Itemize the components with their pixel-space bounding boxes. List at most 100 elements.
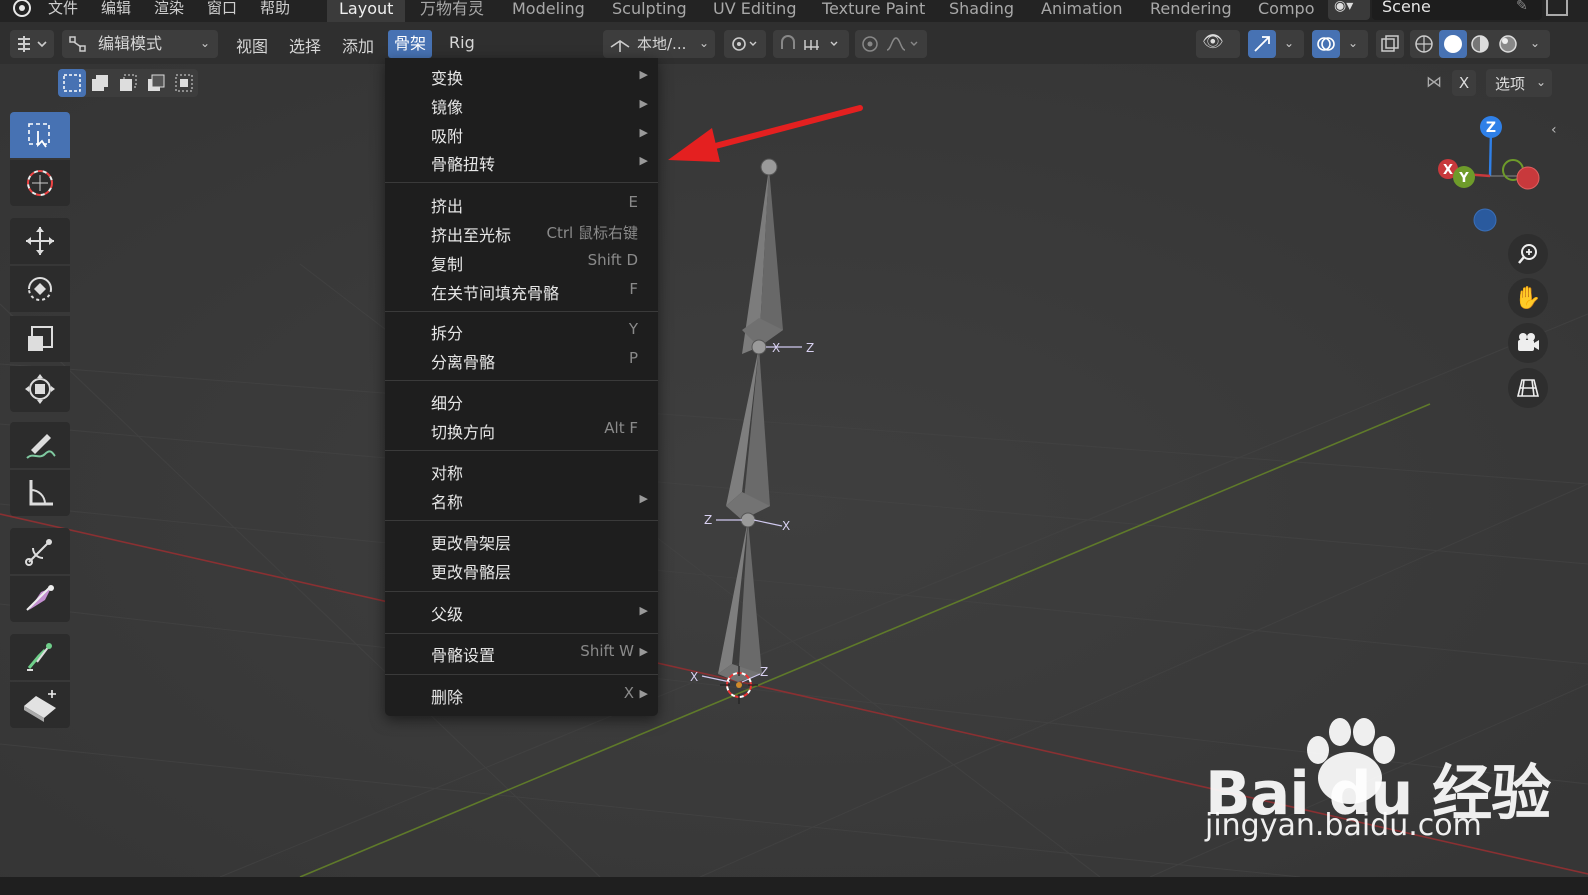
tool-annotate[interactable] <box>10 422 70 468</box>
tab-shading[interactable]: Shading <box>937 0 1026 22</box>
menu-view[interactable]: 视图 <box>236 33 268 57</box>
select-new-button[interactable] <box>58 69 86 97</box>
menu-armature[interactable]: 骨架 <box>388 30 433 58</box>
menu-item-symmetrize[interactable]: 对称 <box>385 456 658 485</box>
tab-modeling[interactable]: Modeling <box>500 0 597 22</box>
new-scene-icon[interactable] <box>1546 0 1568 16</box>
select-extend-icon[interactable] <box>90 73 110 93</box>
chevron-down-icon: ⌄ <box>699 36 710 50</box>
tool-rotate[interactable] <box>10 266 70 312</box>
menu-item-snap[interactable]: 吸附 ▶ <box>385 119 658 148</box>
menu-item-split[interactable]: 拆分 Y <box>385 316 658 345</box>
menu-item-bone-settings[interactable]: 骨骼设置 Shift W ▶ <box>385 638 658 667</box>
menu-select[interactable]: 选择 <box>289 33 321 57</box>
tab-texture-paint[interactable]: Texture Paint <box>810 0 937 22</box>
editor-type-button[interactable] <box>10 30 54 58</box>
shading-mode-group[interactable]: ⌄ <box>1410 30 1550 58</box>
tab-rendering[interactable]: Rendering <box>1138 0 1244 22</box>
menu-file[interactable]: 文件 <box>48 0 78 18</box>
mirror-x-button[interactable]: X <box>1452 70 1476 96</box>
options-dropdown[interactable]: 选项 ⌄ <box>1486 69 1552 97</box>
menu-item-transform[interactable]: 变换 ▶ <box>385 61 658 90</box>
menu-item-names[interactable]: 名称 ▶ <box>385 485 658 514</box>
rotate-icon <box>28 277 52 301</box>
pivot-icon <box>732 37 757 51</box>
xray-toggle-button[interactable] <box>1376 30 1404 58</box>
select-subtract-icon[interactable] <box>118 73 138 93</box>
tool-bone-size[interactable] <box>10 576 70 622</box>
menu-item-change-armature-layers[interactable]: 更改骨架层 <box>385 526 658 555</box>
sidebar-collapse-icon[interactable]: ‹ <box>1551 122 1557 138</box>
select-mode-group[interactable] <box>58 69 198 97</box>
menu-item-mirror[interactable]: 镜像 ▶ <box>385 90 658 119</box>
transform-icon <box>25 374 55 404</box>
snapping-group[interactable] <box>773 30 849 58</box>
menu-separator <box>385 520 658 521</box>
menu-item-label: 父级 <box>431 605 464 624</box>
menu-rig[interactable]: Rig <box>449 33 475 52</box>
menu-item-subdivide[interactable]: 细分 <box>385 386 658 415</box>
tool-scale[interactable] <box>10 316 70 362</box>
ortho-toggle-button[interactable] <box>1508 368 1548 408</box>
menu-separator <box>385 380 658 381</box>
tool-transform[interactable] <box>10 366 70 412</box>
tool-bone-roll[interactable] <box>10 528 70 574</box>
tool-extrude[interactable] <box>10 634 70 680</box>
menu-item-switch-direction[interactable]: 切换方向 Alt F <box>385 415 658 444</box>
pan-button[interactable]: ✋ <box>1508 278 1548 318</box>
rendered-shading-button[interactable] <box>1496 32 1520 56</box>
menu-item-separate-bones[interactable]: 分离骨骼 P <box>385 345 658 374</box>
select-invert-icon[interactable] <box>146 73 166 93</box>
menu-item-duplicate[interactable]: 复制 Shift D <box>385 247 658 276</box>
menu-help[interactable]: 帮助 <box>260 0 290 18</box>
zoom-button[interactable] <box>1508 234 1548 274</box>
solid-shading-button[interactable] <box>1439 30 1467 58</box>
tool-cursor[interactable] <box>10 160 70 206</box>
overlay-toggle-button[interactable] <box>1312 30 1340 58</box>
submenu-arrow-icon: ▶ <box>639 687 648 700</box>
pivot-point-button[interactable] <box>724 30 766 58</box>
envelope-icon <box>24 690 56 722</box>
tab-layout[interactable]: Layout <box>327 0 406 22</box>
menu-item-extrude-to-cursor[interactable]: 挤出至光标 Ctrl 鼠标右键 <box>385 218 658 247</box>
gizmo-toggle-button[interactable] <box>1248 30 1276 58</box>
menu-edit[interactable]: 编辑 <box>101 0 131 18</box>
menu-item-delete[interactable]: 删除 X ▶ <box>385 680 658 709</box>
material-shading-button[interactable] <box>1468 32 1492 56</box>
pin-icon[interactable]: ✎ <box>1516 0 1528 14</box>
mode-selector[interactable]: 编辑模式 ⌄ <box>62 30 218 58</box>
navigation-gizmo[interactable]: Z X Y <box>1430 112 1550 232</box>
menu-item-label: 复制 <box>431 255 464 274</box>
menu-add[interactable]: 添加 <box>342 33 374 57</box>
menu-item-bone-roll[interactable]: 骨骼扭转 ▶ <box>385 147 658 176</box>
scene-selector-button[interactable]: ◉▾ <box>1328 0 1370 20</box>
visibility-button[interactable]: 👁︎ <box>1196 30 1240 58</box>
transform-orientation-selector[interactable]: 本地/... ⌄ <box>603 30 715 58</box>
3d-cursor-icon[interactable] <box>718 664 760 706</box>
gizmo-toggle-group[interactable]: ⌄ <box>1248 30 1304 58</box>
tab-sculpting[interactable]: Sculpting <box>600 0 699 22</box>
tool-select-box[interactable] <box>10 112 70 158</box>
tool-move[interactable] <box>10 218 70 264</box>
menu-render[interactable]: 渲染 <box>154 0 184 18</box>
tab-uv-editing[interactable]: UV Editing <box>701 0 808 22</box>
menu-item-fill-between-joints[interactable]: 在关节间填充骨骼 F <box>385 276 658 305</box>
bone-size-icon <box>26 585 54 611</box>
tab-wanwuyouling[interactable]: 万物有灵 <box>408 0 496 22</box>
menu-item-parent[interactable]: 父级 ▶ <box>385 597 658 626</box>
menu-item-extrude[interactable]: 挤出 E <box>385 189 658 218</box>
tab-compositing[interactable]: Compo <box>1246 0 1327 22</box>
tool-envelope[interactable] <box>10 682 70 728</box>
menu-item-shortcut: Alt F <box>604 419 638 437</box>
menu-window[interactable]: 窗口 <box>207 0 237 18</box>
blender-logo-icon[interactable] <box>10 0 34 18</box>
select-intersect-icon[interactable] <box>174 73 194 93</box>
tool-measure[interactable] <box>10 470 70 516</box>
wireframe-shading-button[interactable] <box>1412 32 1436 56</box>
camera-view-button[interactable] <box>1508 323 1548 363</box>
overlay-toggle-group[interactable]: ⌄ <box>1312 30 1368 58</box>
tab-animation[interactable]: Animation <box>1029 0 1135 22</box>
proportional-editing-group[interactable] <box>855 30 927 58</box>
armature-bones[interactable]: X Z Z X X Z <box>680 154 840 714</box>
menu-item-change-bone-layers[interactable]: 更改骨骼层 <box>385 555 658 584</box>
